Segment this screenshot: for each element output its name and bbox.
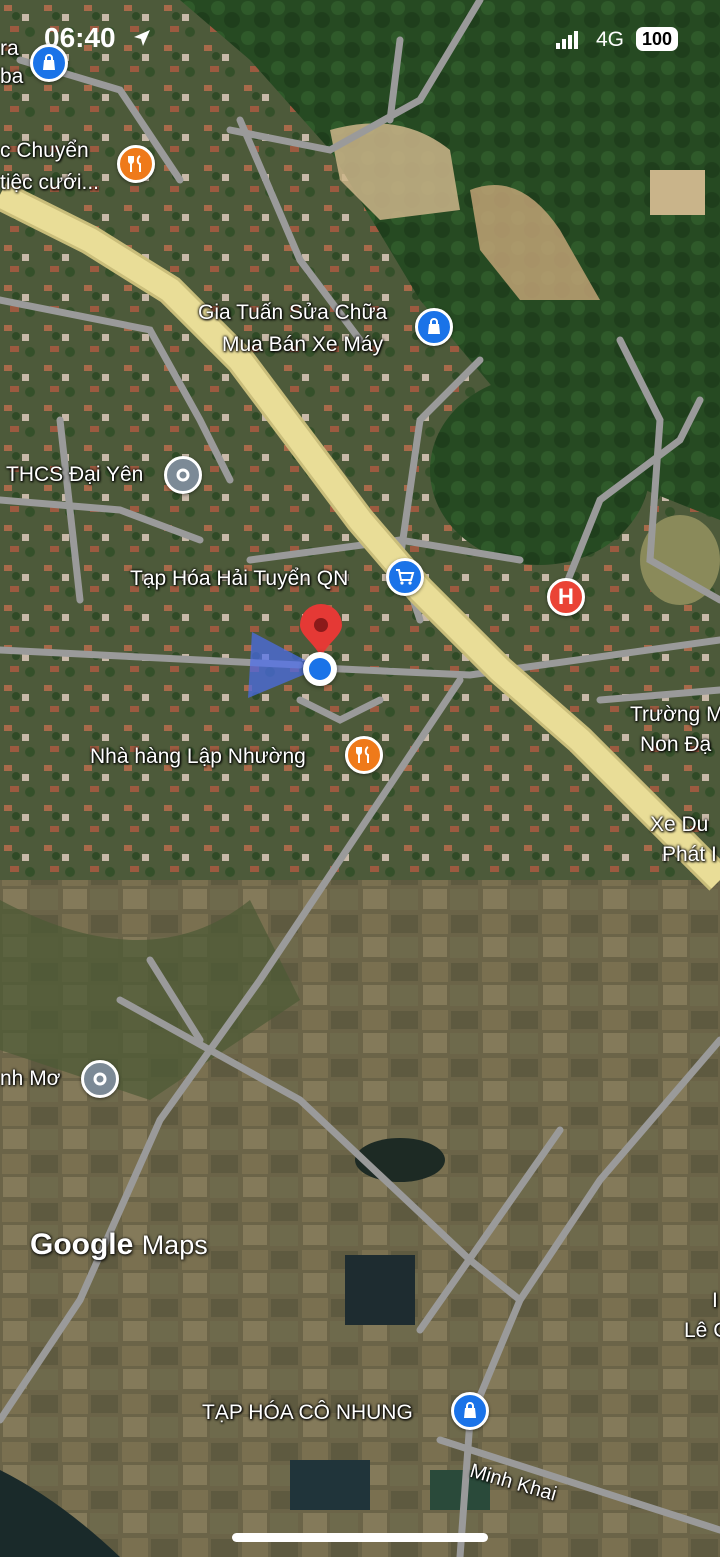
poi-pin-restaurant-wedding[interactable] <box>117 145 155 183</box>
satellite-map[interactable] <box>0 0 720 1557</box>
map-label-gia-tuan[interactable]: Gia Tuấn Sửa Chữa <box>198 300 387 326</box>
poi-pin-school[interactable] <box>164 456 202 494</box>
map-label-minh-mo[interactable]: nh Mơ <box>0 1066 60 1092</box>
my-location-dot-inner <box>309 658 331 680</box>
map-label-truong-2[interactable]: Non Đạ <box>640 732 711 758</box>
poi-pin-restaurant-lap-nhuong[interactable] <box>345 736 383 774</box>
shopping-bag-icon <box>428 318 440 334</box>
location-icon <box>176 468 190 482</box>
poi-pin-shop-co-nhung[interactable] <box>451 1392 489 1430</box>
network-type: 4G <box>596 28 625 51</box>
map-label-truong[interactable]: Trường M <box>630 702 720 728</box>
map-label-thcs[interactable]: THCS Đại Yên <box>6 462 143 488</box>
battery-indicator: 100 <box>636 27 678 51</box>
google-maps-logo: Google Maps <box>30 1228 208 1262</box>
poi-pin-hospital[interactable]: H <box>547 578 585 616</box>
poi-pin-shop[interactable] <box>30 44 68 82</box>
map-label-top-left-a: ra <box>0 37 19 60</box>
hospital-icon: H <box>558 584 574 609</box>
map-label-xe-du[interactable]: Xe Du <box>650 812 708 838</box>
map-label-wedding-2[interactable]: tiệc cưới... <box>0 170 99 196</box>
map-label-le-c-top: I <box>712 1289 718 1312</box>
location-icon <box>93 1072 107 1086</box>
map-label-nha-hang[interactable]: Nhà hàng Lập Nhường <box>90 744 306 770</box>
fork-knife-icon <box>356 746 369 763</box>
fork-knife-icon <box>128 155 141 172</box>
poi-pin-grocery[interactable] <box>386 558 424 596</box>
shopping-bag-icon <box>464 1402 476 1418</box>
map-label-le-c[interactable]: Lê C <box>684 1318 720 1344</box>
map-label-wedding[interactable]: c Chuyển <box>0 138 89 164</box>
map-label-xe-du-2[interactable]: Phát I <box>662 842 717 868</box>
map-label-tap-hoa-co-nhung[interactable]: TẠP HÓA CÔ NHUNG <box>202 1400 413 1426</box>
my-location-dot[interactable] <box>303 652 337 686</box>
home-indicator[interactable] <box>232 1533 488 1542</box>
signal-icon <box>556 31 578 49</box>
map-label-top-left-b: ba <box>0 65 24 88</box>
poi-pin-shop-gia-tuan[interactable] <box>415 308 453 346</box>
status-bar: 06:40 4G 100 <box>0 0 720 80</box>
map-label-tap-hoa-hai-tuyen[interactable]: Tạp Hóa Hải Tuyển QN <box>130 566 348 592</box>
shopping-bag-icon <box>43 54 55 70</box>
map-label-gia-tuan-2[interactable]: Mua Bán Xe Máy <box>222 332 383 358</box>
poi-pin-minh-mo[interactable] <box>81 1060 119 1098</box>
location-arrow-icon <box>134 30 150 46</box>
shopping-cart-icon <box>396 569 415 585</box>
google-wordmark: Google <box>30 1228 134 1261</box>
maps-wordmark: Maps <box>141 1230 208 1260</box>
